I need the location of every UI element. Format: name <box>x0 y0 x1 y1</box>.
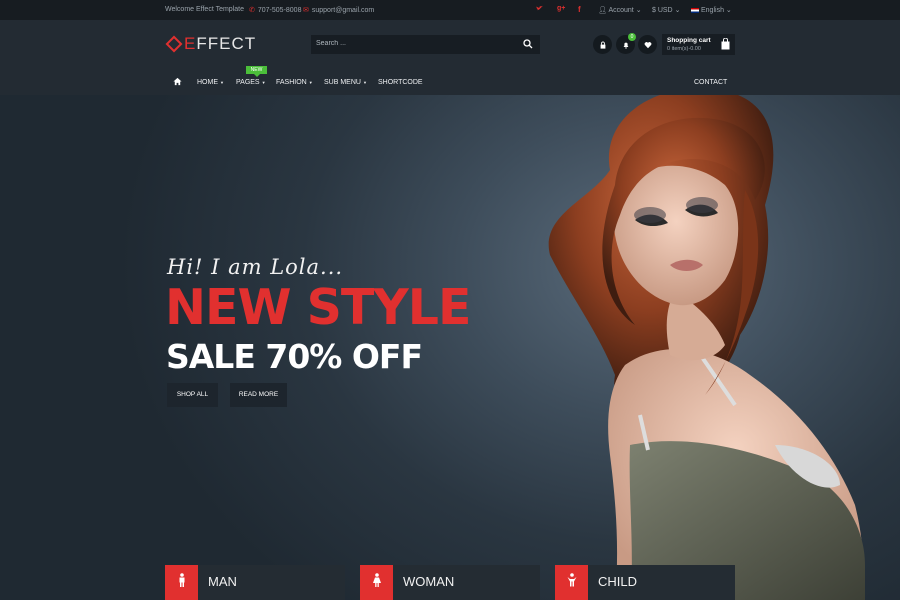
woman-icon <box>360 565 393 600</box>
hero-subheadline: SALE 70% OFF <box>166 337 423 376</box>
category-child[interactable]: CHILD <box>555 565 735 600</box>
lock-button[interactable] <box>593 35 612 54</box>
currency-selector[interactable]: $ USD ⌄ <box>652 6 680 14</box>
hero-script-text: Hi! I am Lola... <box>167 255 344 279</box>
nav-sub-menu[interactable]: SUB MENU ▼ <box>324 79 367 86</box>
shopping-cart[interactable]: Shopping cart 0 item(s)-0.00 <box>662 34 735 55</box>
google-plus-icon[interactable]: g+ <box>557 5 565 12</box>
category-label: WOMAN <box>403 574 455 589</box>
phone-info: ✆ 707-505-8008 <box>249 6 301 14</box>
search-input[interactable] <box>316 40 516 47</box>
model-photo <box>548 95 865 600</box>
bell-icon <box>623 42 628 49</box>
new-badge: NEW <box>246 66 267 77</box>
twitter-icon[interactable] <box>536 5 543 14</box>
bag-icon <box>721 38 730 50</box>
language-selector[interactable]: English ⌄ <box>691 6 732 14</box>
lock-icon <box>600 41 605 49</box>
shop-all-button[interactable]: SHOP ALL <box>167 383 218 407</box>
currency-label: $ USD <box>652 7 673 14</box>
header: EFFECT 0 Shopping cart 0 item(s)-0.00 HO… <box>0 20 900 95</box>
child-icon <box>555 565 588 600</box>
nav-shortcode[interactable]: SHORTCODE <box>378 79 423 86</box>
main-nav: HOME ▼ NEW PAGES ▼ FASHION ▼ SUB MENU ▼ SHOR… <box>0 66 900 90</box>
account-menu[interactable]: 👤︎ Account ⌄ <box>598 6 642 14</box>
nav-fashion[interactable]: FASHION ▼ <box>276 79 313 86</box>
heart-icon <box>644 41 651 48</box>
nav-pages[interactable]: PAGES ▼ <box>236 79 266 86</box>
envelope-icon: ✉ <box>303 7 309 14</box>
notification-badge: 0 <box>628 33 636 41</box>
logo-diamond-icon <box>165 35 183 53</box>
home-icon[interactable] <box>173 77 182 88</box>
search-box <box>311 35 540 54</box>
read-more-button[interactable]: READ MORE <box>230 383 287 407</box>
cart-summary: 0 item(s)-0.00 <box>667 46 701 52</box>
top-bar: Welcome Effect Template ✆ 707-505-8008 ✉ s… <box>0 0 900 20</box>
phone-icon: ✆ <box>249 7 255 14</box>
hero-slider: Hi! I am Lola... NEW STYLE SALE 70% OFF … <box>0 95 900 600</box>
phone-text: 707-505-8008 <box>257 7 302 14</box>
email-info[interactable]: ✉ support@gmail.com <box>303 6 374 14</box>
welcome-text: Welcome Effect Template <box>165 6 244 13</box>
nav-home[interactable]: HOME ▼ <box>197 79 224 86</box>
logo-text: EFFECT <box>184 34 257 53</box>
category-man[interactable]: MAN <box>165 565 345 600</box>
facebook-icon[interactable]: f <box>578 5 581 14</box>
category-label: CHILD <box>598 574 638 589</box>
account-label: Account <box>608 7 634 14</box>
cart-title: Shopping cart <box>667 37 711 44</box>
email-text: support@gmail.com <box>311 7 375 14</box>
hero-headline: NEW STYLE <box>165 279 471 336</box>
category-woman[interactable]: WOMAN <box>360 565 540 600</box>
wishlist-button[interactable] <box>638 35 657 54</box>
language-label: English <box>701 7 724 14</box>
nav-contact[interactable]: CONTACT <box>694 79 727 86</box>
flag-icon <box>691 7 699 13</box>
category-label: MAN <box>208 574 237 589</box>
logo[interactable]: EFFECT <box>165 34 256 54</box>
search-icon[interactable] <box>522 38 534 50</box>
man-icon <box>165 565 198 600</box>
user-icon: 👤︎ <box>598 7 607 14</box>
